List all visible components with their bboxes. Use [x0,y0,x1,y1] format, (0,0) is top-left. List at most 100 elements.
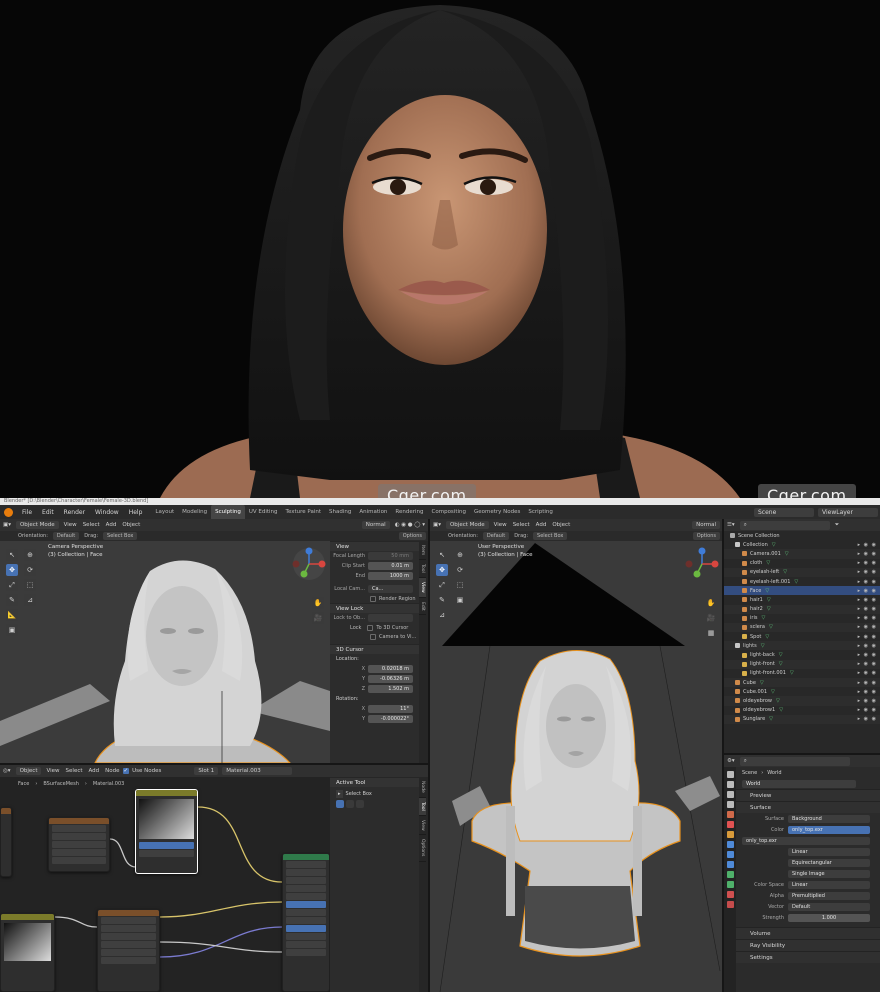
editor-type-icon[interactable]: ▣▾ [0,522,14,528]
tab-options[interactable]: Options [419,835,426,862]
menu-select[interactable]: Select [510,522,533,528]
tab-rendering[interactable]: Rendering [391,505,427,519]
measure-icon[interactable]: ⊿ [24,594,36,606]
lock-object-field[interactable] [368,614,413,622]
outliner-item[interactable]: lights ▽ ▸ ◉ ◉ [724,641,880,651]
shading-icons[interactable]: ◐ ◉ ● ◯ ▾ [392,522,428,528]
node-editor-canvas[interactable]: Face › BSurfaceMesh › Material.003 [0,777,330,992]
tab-tool[interactable]: Tool [419,560,426,578]
vector-field[interactable]: Default [788,902,870,911]
rotate-tool-icon[interactable]: ⟳ [454,564,466,576]
active-tool-section[interactable]: Active Tool [330,777,419,787]
tab-edit[interactable]: Edit [419,598,426,616]
viewport2[interactable]: User Perspective (3) Collection | Face ↖… [430,541,722,992]
tab-layout[interactable]: Layout [151,505,178,519]
hand-pan-icon[interactable]: ✋ [312,597,324,609]
visibility-toggle-icon[interactable]: ▸ ◉ ◉ [858,670,877,676]
visibility-toggle-icon[interactable]: ▸ ◉ ◉ [858,588,877,594]
visibility-toggle-icon[interactable]: ▸ ◉ ◉ [858,542,877,548]
visibility-toggle-icon[interactable]: ▸ ◉ ◉ [858,707,877,713]
outliner-item[interactable]: iris ▽ ▸ ◉ ◉ [724,614,880,623]
outliner-item[interactable]: light-front ▽ ▸ ◉ ◉ [724,659,880,669]
interpolation-dropdown[interactable]: Linear [788,847,870,856]
tab-view[interactable]: View [419,578,426,598]
tab-sculpting[interactable]: Sculpting [211,505,245,519]
outliner-item[interactable]: hair2 ▽ ▸ ◉ ◉ [724,604,880,614]
outliner-item[interactable]: Face ▽ ▸ ◉ ◉ [724,586,880,596]
menu-render[interactable]: Render [59,509,90,516]
select-mode-icon[interactable] [336,800,344,808]
visibility-toggle-icon[interactable]: ▸ ◉ ◉ [858,624,877,630]
select-tool-icon[interactable]: ↖ [6,549,18,561]
editor-type-icon[interactable]: ▣▾ [430,522,444,528]
tab-texture-paint[interactable]: Texture Paint [282,505,326,519]
measure-tool-icon[interactable]: ⊿ [436,609,448,621]
view-lock-section[interactable]: View Lock [330,603,419,613]
visibility-toggle-icon[interactable]: ▸ ◉ ◉ [858,689,877,695]
world-selector[interactable]: World [742,779,856,788]
transform-tool-icon[interactable]: ⬚ [24,579,36,591]
projection-dropdown[interactable]: Equirectangular [788,858,870,867]
tab-animation[interactable]: Animation [355,505,391,519]
area-splitter[interactable] [0,763,428,765]
outliner-item[interactable]: oldeyebrow1 ▽ ▸ ◉ ◉ [724,706,880,715]
object-tab-icon[interactable] [726,831,734,838]
outliner-type-icon[interactable]: ☰▾ [724,522,738,528]
navigation-gizmo-icon[interactable] [292,547,326,581]
tab-modeling[interactable]: Modeling [178,505,211,519]
outliner-search[interactable]: ⌕ [739,520,830,530]
texture-tab-icon[interactable] [726,901,734,908]
tab-view[interactable]: View [419,816,426,836]
visibility-toggle-icon[interactable]: ▸ ◉ ◉ [858,652,877,658]
use-nodes-checkbox[interactable]: ✓ [122,768,130,774]
tab-shading[interactable]: Shading [325,505,355,519]
local-camera-field[interactable]: Ca... [368,585,413,593]
image-texture-node[interactable] [97,909,160,992]
color-ramp-node[interactable] [135,789,198,874]
navigation-gizmo-icon[interactable] [685,547,719,581]
menu-view[interactable]: View [491,522,510,528]
menu-add[interactable]: Add [533,522,550,528]
alpha-dropdown[interactable]: Premultiplied [788,891,870,900]
particles-tab-icon[interactable] [726,851,734,858]
ortho-toggle-icon[interactable]: ▦ [705,627,717,639]
physics-tab-icon[interactable] [726,861,734,868]
visibility-toggle-icon[interactable]: ▸ ◉ ◉ [858,634,877,640]
material-tab-icon[interactable] [726,891,734,898]
orientation-dropdown[interactable]: Default [482,532,510,540]
select-tool-icon[interactable]: ↖ [436,549,448,561]
outliner-item[interactable]: Collection ▽ ▸ ◉ ◉ [724,540,880,549]
principled-bsdf-node[interactable] [282,853,330,992]
visibility-toggle-icon[interactable]: ▸ ◉ ◉ [858,680,877,686]
filter-icon[interactable]: ⏷ [832,522,842,529]
modifier-tab-icon[interactable] [726,841,734,848]
clip-start-field[interactable]: 0.01 m [368,562,413,570]
outliner-item[interactable]: cloth ▽ ▸ ◉ ◉ [724,559,880,568]
viewport1[interactable]: Camera Perspective (3) Collection | Face… [0,541,330,763]
node-editor-type-icon[interactable]: ◎▾ [0,768,14,774]
preview-section[interactable]: Preview [736,789,880,801]
outliner-item[interactable]: light-back ▽ ▸ ◉ ◉ [724,650,880,659]
view-layer-selector[interactable]: ViewLayer [818,507,878,517]
outliner-root[interactable]: Scene Collection [724,531,880,540]
visibility-toggle-icon[interactable]: ▸ ◉ ◉ [858,560,877,566]
transform-orientation[interactable]: Normal [692,521,720,529]
shader-node[interactable] [0,807,12,877]
tool-tab-icon[interactable] [726,771,734,778]
menu-edit[interactable]: Edit [37,509,59,516]
select-box-icon[interactable]: ▸ [336,790,343,798]
cursor-z-field[interactable]: 1.502 m [368,685,413,693]
visibility-toggle-icon[interactable]: ▸ ◉ ◉ [858,698,877,704]
scene-selector[interactable]: Scene [754,507,814,517]
outliner-item[interactable]: Cube ▽ ▸ ◉ ◉ [724,678,880,688]
constraints-tab-icon[interactable] [726,871,734,878]
measure-tool-icon[interactable]: 📐 [6,609,18,621]
outliner-item[interactable]: hair1 ▽ ▸ ◉ ◉ [724,595,880,604]
mode-dropdown[interactable]: Object Mode [15,521,59,529]
menu-object[interactable]: Object [119,522,143,528]
outliner-item[interactable]: light-front.001 ▽ ▸ ◉ ◉ [724,669,880,678]
data-tab-icon[interactable] [726,881,734,888]
outliner-item[interactable]: eyelash-left.001 ▽ ▸ ◉ ◉ [724,577,880,586]
add-cube-tool-icon[interactable]: ▣ [6,624,18,636]
color-field[interactable]: only_top.exr [788,825,870,834]
